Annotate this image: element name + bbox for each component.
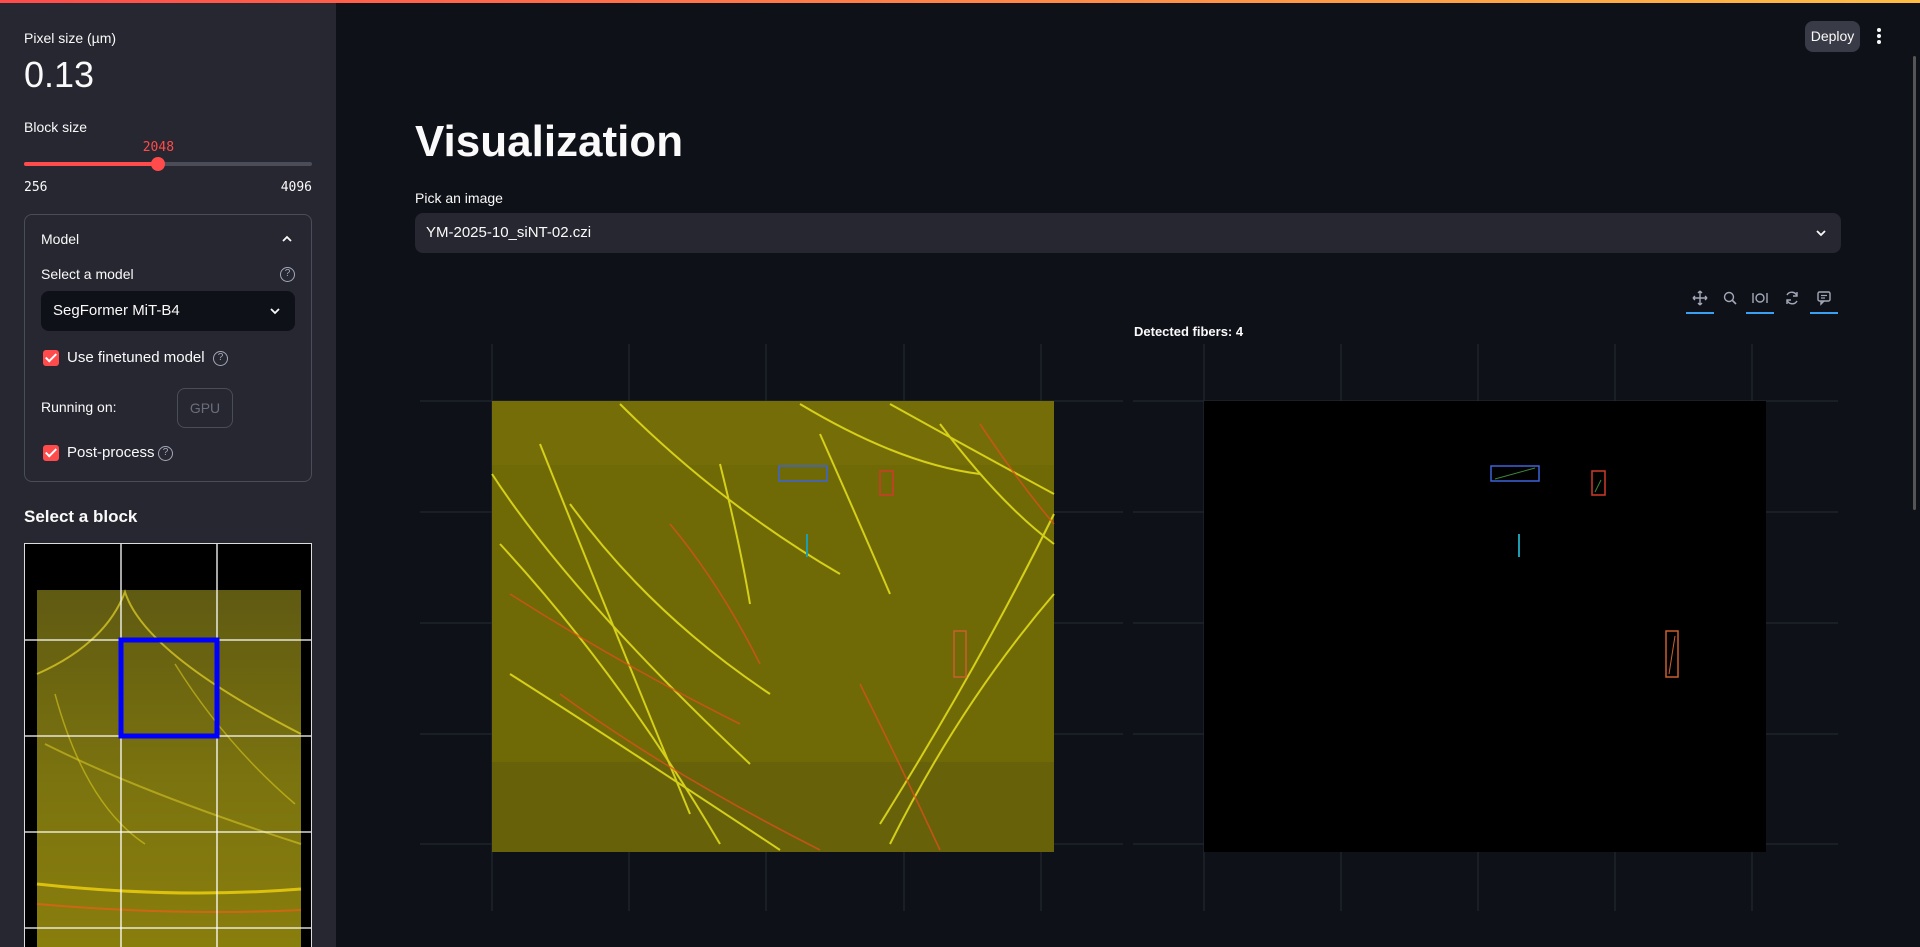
figure-title: Detected fibers: 4 (1134, 324, 1244, 339)
mask-image (1204, 401, 1766, 852)
main-menu-icon[interactable] (1876, 28, 1882, 44)
finetuned-label: Use finetuned model (67, 349, 205, 366)
plot-toolbar (1686, 290, 1846, 314)
block-size-slider-track[interactable] (24, 162, 312, 166)
device-gpu-button[interactable]: GPU (177, 388, 233, 428)
select-model-label: Select a model (41, 266, 134, 282)
original-image-svg (420, 344, 1123, 911)
chevron-down-icon (270, 308, 280, 315)
zoom-tool-icon[interactable] (1716, 290, 1744, 314)
main-content: Deploy Visualization Pick an image YM-20… (336, 0, 1920, 947)
pan-tool-icon[interactable] (1686, 290, 1714, 314)
model-expander: Model Select a model ? SegFormer MiT-B4 … (24, 214, 312, 482)
help-icon[interactable]: ? (213, 351, 228, 366)
block-size-min: 256 (24, 180, 48, 195)
chevron-down-icon (1816, 230, 1826, 237)
image-select-value: YM-2025-10_siNT-02.czi (426, 224, 592, 241)
postprocess-checkbox[interactable] (43, 445, 59, 461)
help-icon[interactable]: ? (158, 446, 173, 461)
block-size-value: 2048 (142, 140, 175, 155)
block-size-max: 4096 (280, 180, 312, 195)
main-scrollbar[interactable] (1913, 56, 1916, 510)
sidebar: Pixel size (µm) 0.13 Block size 2048 256… (0, 0, 336, 947)
hover-tool-icon[interactable] (1810, 290, 1838, 314)
prediction-mask-svg (1133, 344, 1838, 911)
model-select[interactable]: SegFormer MiT-B4 (41, 291, 295, 331)
help-icon[interactable]: ? (280, 267, 295, 282)
deploy-button[interactable]: Deploy (1805, 21, 1860, 52)
original-image-plot[interactable] (420, 344, 1123, 911)
image-select[interactable]: YM-2025-10_siNT-02.czi (415, 213, 1841, 253)
page-title: Visualization (415, 117, 684, 166)
block-thumbnail-svg (25, 544, 311, 947)
block-selector-image[interactable] (24, 543, 312, 947)
prediction-mask-plot[interactable] (1133, 344, 1838, 911)
pixel-size-label: Pixel size (µm) (24, 30, 117, 46)
finetuned-checkbox[interactable] (43, 350, 59, 366)
model-expander-header[interactable]: Model (41, 231, 79, 247)
top-decoration-stripe (0, 0, 1920, 3)
block-size-slider-thumb[interactable] (151, 157, 166, 171)
block-size-label: Block size (24, 119, 88, 135)
model-select-value: SegFormer MiT-B4 (53, 302, 180, 319)
autoscale-tool-icon[interactable] (1746, 290, 1774, 314)
running-on-label: Running on: (41, 399, 117, 415)
pixel-size-value: 0.13 (24, 54, 95, 95)
fluorescence-image (491, 401, 1055, 852)
chevron-up-icon[interactable] (281, 233, 293, 245)
postprocess-label: Post-process (67, 444, 155, 461)
reset-tool-icon[interactable] (1778, 290, 1806, 314)
select-block-title: Select a block (24, 507, 138, 526)
pick-image-label: Pick an image (415, 190, 503, 206)
block-size-slider-fill (24, 162, 159, 166)
